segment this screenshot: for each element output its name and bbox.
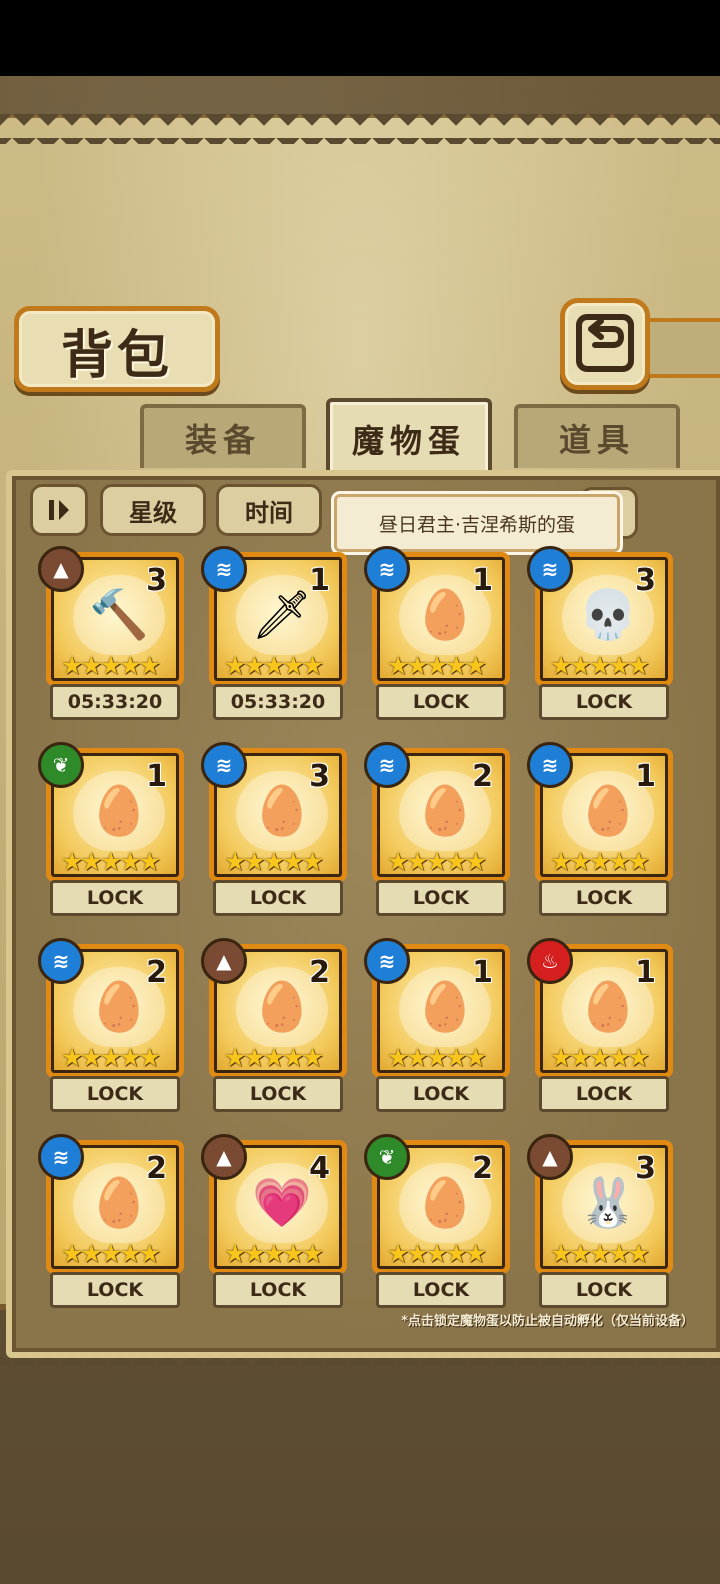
item-name-tooltip: 昼日君主·吉涅希斯的蛋 [334, 494, 620, 552]
egg-card[interactable]: 🐰 3 ★★★★★ ▲ LOCK [527, 1134, 673, 1308]
egg-count: 4 [309, 1151, 330, 1186]
egg-count: 1 [635, 759, 656, 794]
lock-status-button[interactable]: LOCK [376, 1272, 506, 1308]
star-rating: ★★★★★ [224, 1239, 324, 1268]
egg-count: 3 [635, 563, 656, 598]
title-banner: 背包 [14, 306, 220, 392]
nature-element-icon: ❦ [38, 742, 84, 788]
water-element-icon: ≋ [364, 546, 410, 592]
egg-card[interactable]: 🥚 1 ★★★★★ ❦ LOCK [38, 742, 184, 916]
star-rating: ★★★★★ [61, 1043, 161, 1072]
egg-count: 2 [146, 1151, 167, 1186]
water-element-icon: ≋ [527, 546, 573, 592]
star-rating: ★★★★★ [550, 847, 650, 876]
lock-status-button[interactable]: LOCK [376, 880, 506, 916]
egg-count: 1 [472, 955, 493, 990]
water-element-icon: ≋ [527, 742, 573, 788]
water-element-icon: ≋ [201, 546, 247, 592]
sort-by-time-button[interactable]: 时间 [216, 484, 322, 536]
egg-card[interactable]: 🥚 2 ★★★★★ ≋ LOCK [364, 742, 510, 916]
lock-status-button[interactable]: LOCK [539, 880, 669, 916]
egg-count: 1 [472, 563, 493, 598]
lock-status-button[interactable]: LOCK [539, 1076, 669, 1112]
egg-card[interactable]: 🗡 1 ★★★★★ ≋ 05:33:20 [201, 546, 347, 720]
egg-card[interactable]: 💀 3 ★★★★★ ≋ LOCK [527, 546, 673, 720]
star-rating: ★★★★★ [387, 1239, 487, 1268]
water-element-icon: ≋ [38, 938, 84, 984]
lock-hint-text: *点击锁定魔物蛋以防止被自动孵化（仅当前设备） [401, 1314, 694, 1329]
tab-items[interactable]: 道具 [514, 404, 680, 468]
egg-count: 3 [146, 563, 167, 598]
lock-status-button[interactable]: 05:33:20 [50, 684, 180, 720]
sort-toggle-icon [49, 500, 69, 520]
egg-card[interactable]: 🥚 1 ★★★★★ ≋ LOCK [364, 938, 510, 1112]
nature-element-icon: ❦ [364, 1134, 410, 1180]
lock-status-button[interactable]: LOCK [539, 1272, 669, 1308]
back-arrow-icon [576, 314, 634, 372]
water-element-icon: ≋ [364, 938, 410, 984]
lock-status-button[interactable]: LOCK [50, 880, 180, 916]
egg-card[interactable]: 🥚 1 ★★★★★ ≋ LOCK [364, 546, 510, 720]
egg-card[interactable]: 🥚 2 ★★★★★ ▲ LOCK [201, 938, 347, 1112]
star-rating: ★★★★★ [224, 1043, 324, 1072]
egg-card[interactable]: 🔨 3 ★★★★★ ▲ 05:33:20 [38, 546, 184, 720]
earth-element-icon: ▲ [201, 1134, 247, 1180]
sort-order-toggle[interactable] [30, 484, 88, 536]
earth-element-icon: ▲ [38, 546, 84, 592]
lock-status-button[interactable]: LOCK [50, 1272, 180, 1308]
water-element-icon: ≋ [364, 742, 410, 788]
egg-count: 1 [635, 955, 656, 990]
lock-status-button[interactable]: LOCK [213, 880, 343, 916]
star-rating: ★★★★★ [387, 651, 487, 680]
lock-status-button[interactable]: 05:33:20 [213, 684, 343, 720]
sort-by-star-button[interactable]: 星级 [100, 484, 206, 536]
egg-card[interactable]: 💗 4 ★★★★★ ▲ LOCK [201, 1134, 347, 1308]
star-rating: ★★★★★ [224, 651, 324, 680]
egg-count: 2 [472, 759, 493, 794]
water-element-icon: ≋ [201, 742, 247, 788]
star-rating: ★★★★★ [550, 1239, 650, 1268]
lock-status-button[interactable]: LOCK [376, 1076, 506, 1112]
page-title: 背包 [60, 326, 173, 386]
star-rating: ★★★★★ [224, 847, 324, 876]
star-rating: ★★★★★ [550, 1043, 650, 1072]
tab-monster-eggs[interactable]: 魔物蛋 [326, 398, 492, 476]
egg-count: 2 [472, 1151, 493, 1186]
fire-element-icon: ♨ [527, 938, 573, 984]
egg-count: 2 [309, 955, 330, 990]
water-element-icon: ≋ [38, 1134, 84, 1180]
lock-status-button[interactable]: LOCK [539, 684, 669, 720]
egg-card[interactable]: 🥚 2 ★★★★★ ≋ LOCK [38, 938, 184, 1112]
egg-card[interactable]: 🥚 1 ★★★★★ ♨ LOCK [527, 938, 673, 1112]
back-button[interactable] [560, 298, 650, 390]
egg-card[interactable]: 🥚 1 ★★★★★ ≋ LOCK [527, 742, 673, 916]
lock-status-button[interactable]: LOCK [50, 1076, 180, 1112]
tab-equipment[interactable]: 装备 [140, 404, 306, 468]
star-rating: ★★★★★ [387, 1043, 487, 1072]
egg-card[interactable]: 🥚 3 ★★★★★ ≋ LOCK [201, 742, 347, 916]
egg-count: 1 [146, 759, 167, 794]
lock-status-button[interactable]: LOCK [213, 1272, 343, 1308]
star-rating: ★★★★★ [550, 651, 650, 680]
star-rating: ★★★★★ [387, 847, 487, 876]
egg-count: 1 [309, 563, 330, 598]
egg-count: 2 [146, 955, 167, 990]
egg-card[interactable]: 🥚 2 ★★★★★ ≋ LOCK [38, 1134, 184, 1308]
egg-count: 3 [635, 1151, 656, 1186]
lock-status-button[interactable]: LOCK [213, 1076, 343, 1112]
earth-element-icon: ▲ [527, 1134, 573, 1180]
category-tabs: 装备 魔物蛋 道具 [0, 398, 720, 476]
zigzag-border-top [0, 114, 720, 144]
egg-card[interactable]: 🥚 2 ★★★★★ ❦ LOCK [364, 1134, 510, 1308]
earth-element-icon: ▲ [201, 938, 247, 984]
star-rating: ★★★★★ [61, 1239, 161, 1268]
egg-count: 3 [309, 759, 330, 794]
star-rating: ★★★★★ [61, 847, 161, 876]
lock-status-button[interactable]: LOCK [376, 684, 506, 720]
back-button-rail [640, 318, 720, 378]
star-rating: ★★★★★ [61, 651, 161, 680]
